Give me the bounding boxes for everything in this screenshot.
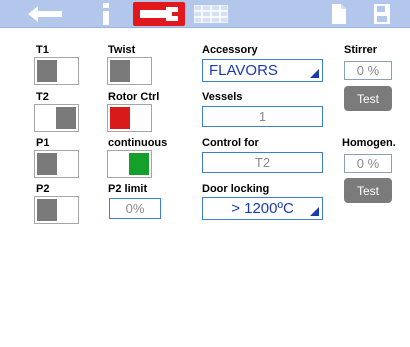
save-button[interactable] bbox=[370, 2, 394, 26]
door-locking-value: > 1200ºC bbox=[231, 200, 294, 217]
door-locking-select[interactable]: > 1200ºC bbox=[202, 197, 323, 220]
t1-label: T1 bbox=[36, 44, 49, 56]
homogen-label: Homogen. bbox=[342, 137, 396, 149]
document-icon bbox=[332, 4, 346, 24]
toggle-knob bbox=[37, 153, 57, 175]
p2-limit-field[interactable]: 0% bbox=[109, 198, 161, 219]
accessory-label: Accessory bbox=[202, 44, 258, 56]
door-locking-label: Door locking bbox=[202, 183, 270, 195]
control-for-field[interactable]: T2 bbox=[202, 152, 323, 173]
toggle-knob bbox=[129, 153, 149, 175]
p2-toggle[interactable] bbox=[34, 196, 79, 224]
toggle-knob bbox=[110, 60, 130, 82]
p2-label: P2 bbox=[36, 183, 50, 195]
toggle-knob bbox=[37, 199, 57, 221]
toggle-knob bbox=[56, 107, 76, 129]
table-view-tab[interactable] bbox=[188, 2, 234, 26]
toggle-knob bbox=[37, 60, 57, 82]
t2-toggle[interactable] bbox=[34, 104, 79, 132]
continuous-toggle[interactable] bbox=[107, 150, 152, 178]
info-button[interactable] bbox=[84, 2, 128, 26]
t1-toggle[interactable] bbox=[34, 57, 79, 85]
p1-label: P1 bbox=[36, 137, 50, 149]
vessels-field[interactable]: 1 bbox=[202, 106, 323, 127]
stirrer-label: Stirrer bbox=[344, 44, 378, 56]
continuous-label: continuous bbox=[108, 137, 168, 149]
save-icon bbox=[374, 4, 390, 24]
accessory-value: FLAVORS bbox=[209, 62, 278, 79]
twist-toggle[interactable] bbox=[107, 57, 152, 85]
document-button[interactable] bbox=[327, 2, 351, 26]
t2-label: T2 bbox=[36, 91, 49, 103]
tools-tab[interactable] bbox=[133, 2, 185, 26]
toggle-knob bbox=[110, 107, 130, 129]
stirrer-test-button[interactable]: Test bbox=[344, 86, 392, 111]
rotor-ctrl-label: Rotor Ctrl bbox=[108, 91, 160, 103]
arrow-left-icon bbox=[28, 6, 62, 22]
p1-toggle[interactable] bbox=[34, 150, 79, 178]
stirrer-value-field[interactable]: 0 % bbox=[344, 61, 392, 80]
info-icon bbox=[103, 3, 109, 25]
vessels-label: Vessels bbox=[202, 91, 243, 103]
wrench-icon bbox=[140, 7, 178, 21]
grid-icon bbox=[194, 5, 228, 23]
dropdown-arrow-icon bbox=[310, 69, 319, 78]
accessory-select[interactable]: FLAVORS bbox=[202, 59, 323, 82]
dropdown-arrow-icon bbox=[310, 207, 319, 216]
control-for-label: Control for bbox=[202, 137, 259, 149]
top-toolbar bbox=[0, 0, 410, 28]
back-button[interactable] bbox=[22, 2, 68, 26]
homogen-value-field[interactable]: 0 % bbox=[344, 154, 392, 173]
p2-limit-label: P2 limit bbox=[108, 183, 148, 195]
rotor-ctrl-toggle[interactable] bbox=[107, 104, 152, 132]
homogen-test-button[interactable]: Test bbox=[344, 178, 392, 203]
twist-label: Twist bbox=[108, 44, 136, 56]
